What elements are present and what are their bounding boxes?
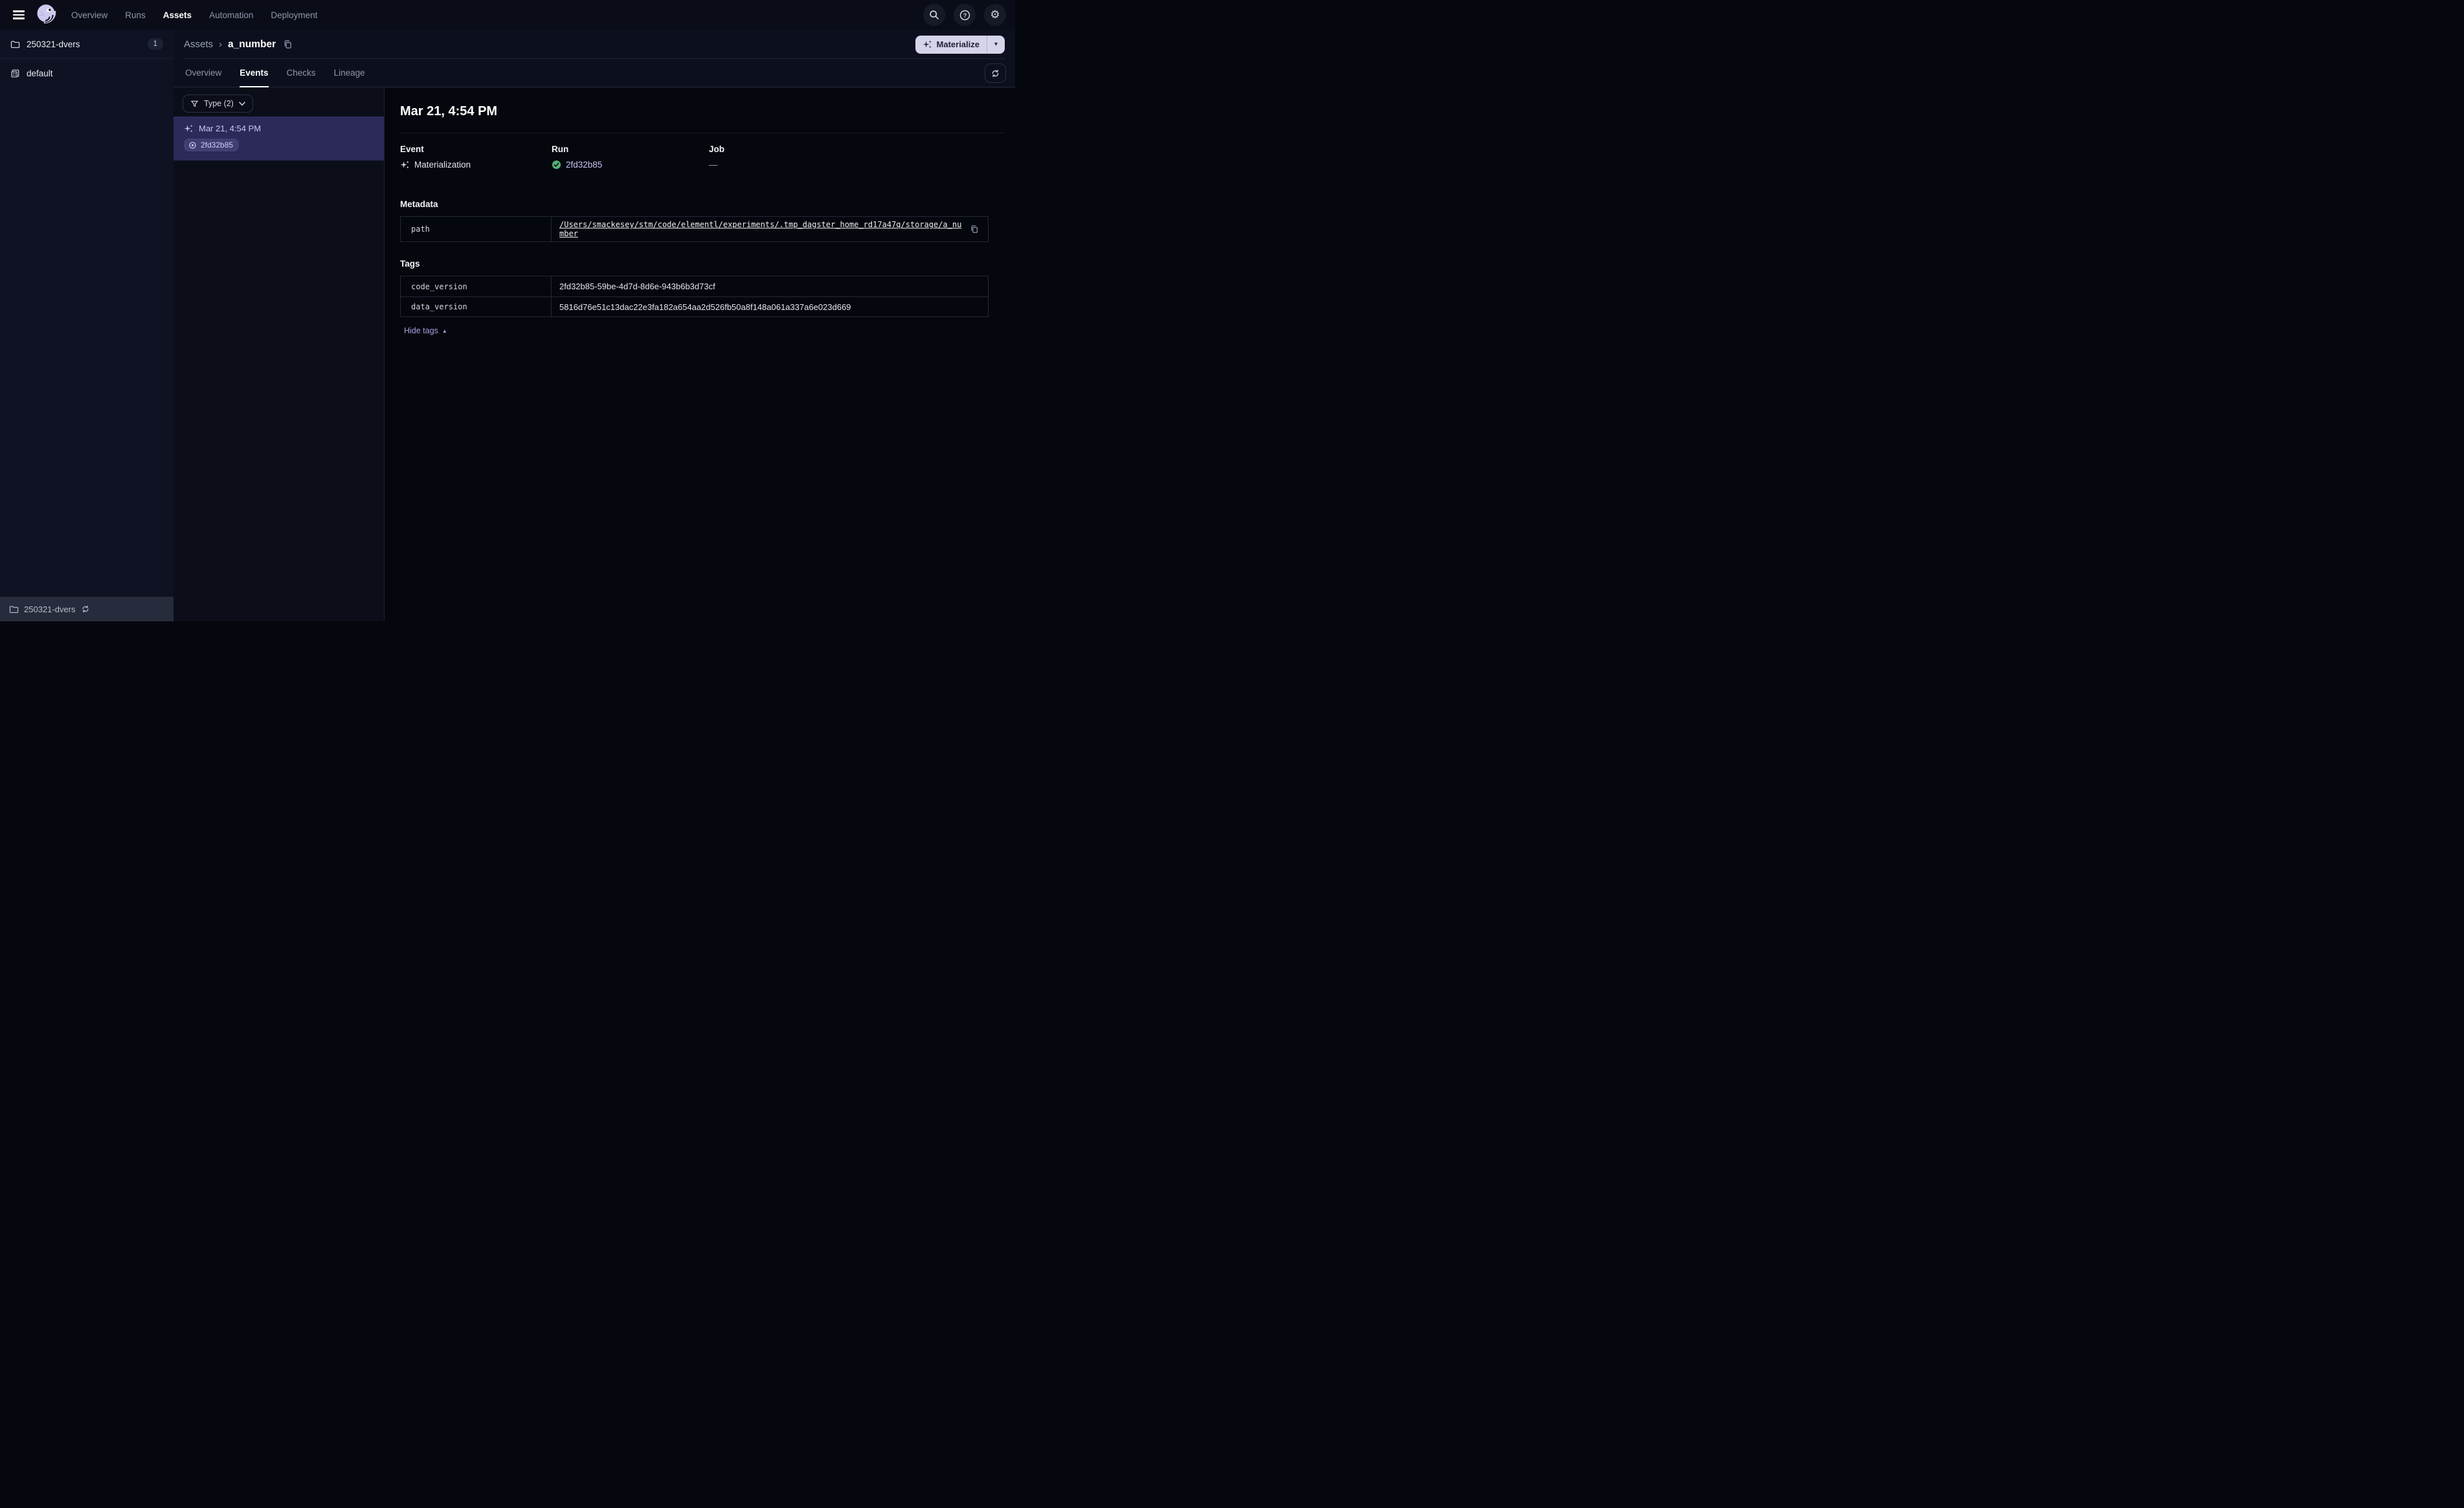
refresh-button[interactable]	[985, 63, 1006, 83]
event-detail-pane: Mar 21, 4:54 PM Event Materialization Ru…	[385, 88, 1015, 621]
tab-checks[interactable]: Checks	[287, 59, 316, 87]
tag-key: code_version	[401, 276, 552, 296]
tags-section: Tags code_version 2fd32b85-59be-4d7d-8d6…	[400, 259, 1005, 337]
sidebar-footer-label: 250321-dvers	[24, 604, 76, 614]
tag-key: data_version	[401, 297, 552, 316]
sidebar-group-label: 250321-dvers	[27, 39, 80, 49]
asset-tabs: Overview Events Checks Lineage	[174, 59, 1015, 87]
nav-item-overview[interactable]: Overview	[71, 10, 107, 20]
settings-button[interactable]: ⚙	[984, 4, 1006, 26]
caret-down-icon: ▾	[994, 41, 998, 48]
metadata-key: path	[401, 217, 552, 241]
type-filter-button[interactable]: Type (2)	[183, 94, 253, 113]
materialization-sparkle-icon	[400, 161, 409, 169]
sidebar-item-code-location[interactable]: 250321-dvers 1	[0, 30, 174, 59]
type-filter-label: Type (2)	[204, 99, 234, 108]
materialize-button-label: Materialize	[936, 39, 980, 49]
event-column-header: Event	[400, 144, 424, 154]
event-list-item-selected[interactable]: Mar 21, 4:54 PM 2fd32b85	[174, 116, 384, 161]
help-icon: ?	[959, 10, 970, 20]
tab-events[interactable]: Events	[240, 59, 269, 87]
svg-text:?: ?	[963, 12, 967, 19]
hamburger-menu-button[interactable]	[9, 5, 28, 25]
copy-path-button[interactable]	[969, 223, 980, 235]
help-button[interactable]: ?	[954, 4, 976, 26]
metadata-heading: Metadata	[400, 199, 438, 209]
copy-asset-name-button[interactable]	[282, 38, 294, 50]
materialization-sparkle-icon	[184, 124, 193, 133]
hide-tags-button[interactable]: Hide tags ▲	[400, 326, 451, 336]
tab-lineage[interactable]: Lineage	[334, 59, 365, 87]
table-row: code_version 2fd32b85-59be-4d7d-8d6e-943…	[401, 276, 988, 296]
asset-group-icon	[11, 69, 19, 78]
chevron-right-icon: ›	[219, 39, 223, 50]
event-detail-title: Mar 21, 4:54 PM	[400, 104, 498, 118]
materialize-sparkle-icon	[922, 40, 932, 49]
table-row: path /Users/smackesey/stm/code/elementl/…	[401, 217, 988, 241]
main-content: Assets › a_number Materialize ▾ Overview…	[174, 30, 1015, 621]
sidebar-item-label: default	[27, 69, 53, 78]
metadata-path-link[interactable]: /Users/smackesey/stm/code/elementl/exper…	[559, 220, 963, 238]
run-column-header: Run	[552, 144, 569, 154]
sidebar-item-default[interactable]: default	[0, 59, 174, 88]
search-icon	[930, 10, 939, 19]
materialize-dropdown-button[interactable]: ▾	[987, 36, 1005, 54]
event-column: Event Materialization	[400, 144, 552, 170]
dagster-logo[interactable]	[34, 2, 58, 28]
run-target-icon	[189, 141, 196, 149]
reload-icon	[82, 605, 89, 613]
primary-nav: Overview Runs Assets Automation Deployme…	[71, 10, 317, 20]
materialize-split-button: Materialize ▾	[915, 35, 1005, 54]
copy-icon	[971, 225, 978, 233]
event-info-grid: Event Materialization Run 2fd32b85 Job —	[400, 144, 1005, 170]
breadcrumb-assets-link[interactable]: Assets	[184, 39, 213, 50]
hide-tags-label: Hide tags	[404, 326, 438, 335]
run-id-link[interactable]: 2fd32b85	[566, 160, 602, 170]
event-type-value: Materialization	[414, 160, 471, 170]
refresh-icon	[992, 69, 999, 77]
metadata-section: Metadata path /Users/smackesey/stm/code/…	[400, 199, 1005, 242]
job-column: Job —	[709, 144, 1005, 170]
breadcrumb: Assets › a_number	[184, 38, 294, 50]
search-button[interactable]	[923, 4, 945, 26]
event-run-id: 2fd32b85	[201, 140, 234, 150]
event-run-pill[interactable]: 2fd32b85	[184, 139, 240, 151]
table-row: data_version 5816d76e51c13dac22e3fa182a6…	[401, 296, 988, 316]
asset-groups-sidebar: 250321-dvers 1 default 250321-dvers	[0, 30, 174, 621]
nav-item-deployment[interactable]: Deployment	[271, 10, 317, 20]
nav-item-runs[interactable]: Runs	[125, 10, 146, 20]
caret-up-icon: ▲	[442, 327, 447, 334]
event-timestamp: Mar 21, 4:54 PM	[199, 124, 262, 133]
folder-icon	[10, 40, 20, 48]
asset-name-title: a_number	[228, 38, 276, 50]
job-value: —	[709, 160, 718, 170]
topnav-actions: ? ⚙	[923, 4, 1006, 26]
gear-icon: ⚙	[990, 8, 1000, 21]
nav-item-assets[interactable]: Assets	[163, 10, 192, 20]
run-column: Run 2fd32b85	[552, 144, 709, 170]
tags-heading: Tags	[400, 259, 420, 269]
nav-item-automation[interactable]: Automation	[209, 10, 253, 20]
sidebar-footer-code-location[interactable]: 250321-dvers	[0, 597, 174, 621]
events-content: Type (2) Mar 21, 4:54 PM 2fd32b85 Mar 21…	[174, 88, 1015, 621]
tag-value: 5816d76e51c13dac22e3fa182a654aa2d526fb50…	[559, 302, 851, 312]
folder-icon	[9, 605, 19, 613]
tags-table: code_version 2fd32b85-59be-4d7d-8d6e-943…	[400, 276, 989, 317]
dagster-octopus-icon	[37, 5, 56, 24]
copy-icon	[284, 40, 291, 49]
metadata-table: path /Users/smackesey/stm/code/elementl/…	[400, 216, 989, 242]
run-success-check-icon	[552, 160, 561, 170]
event-list-pane: Type (2) Mar 21, 4:54 PM 2fd32b85	[174, 88, 385, 621]
tab-overview[interactable]: Overview	[185, 59, 221, 87]
materialize-button[interactable]: Materialize	[915, 36, 987, 54]
chevron-down-icon	[239, 101, 245, 105]
filter-icon	[191, 100, 198, 107]
job-column-header: Job	[709, 144, 725, 154]
top-nav: Overview Runs Assets Automation Deployme…	[0, 0, 1015, 30]
asset-count-badge: 1	[147, 38, 163, 50]
hamburger-icon	[13, 10, 25, 12]
page-header: Assets › a_number Materialize ▾	[174, 30, 1015, 59]
tag-value: 2fd32b85-59be-4d7d-8d6e-943b6b3d73cf	[559, 282, 715, 291]
